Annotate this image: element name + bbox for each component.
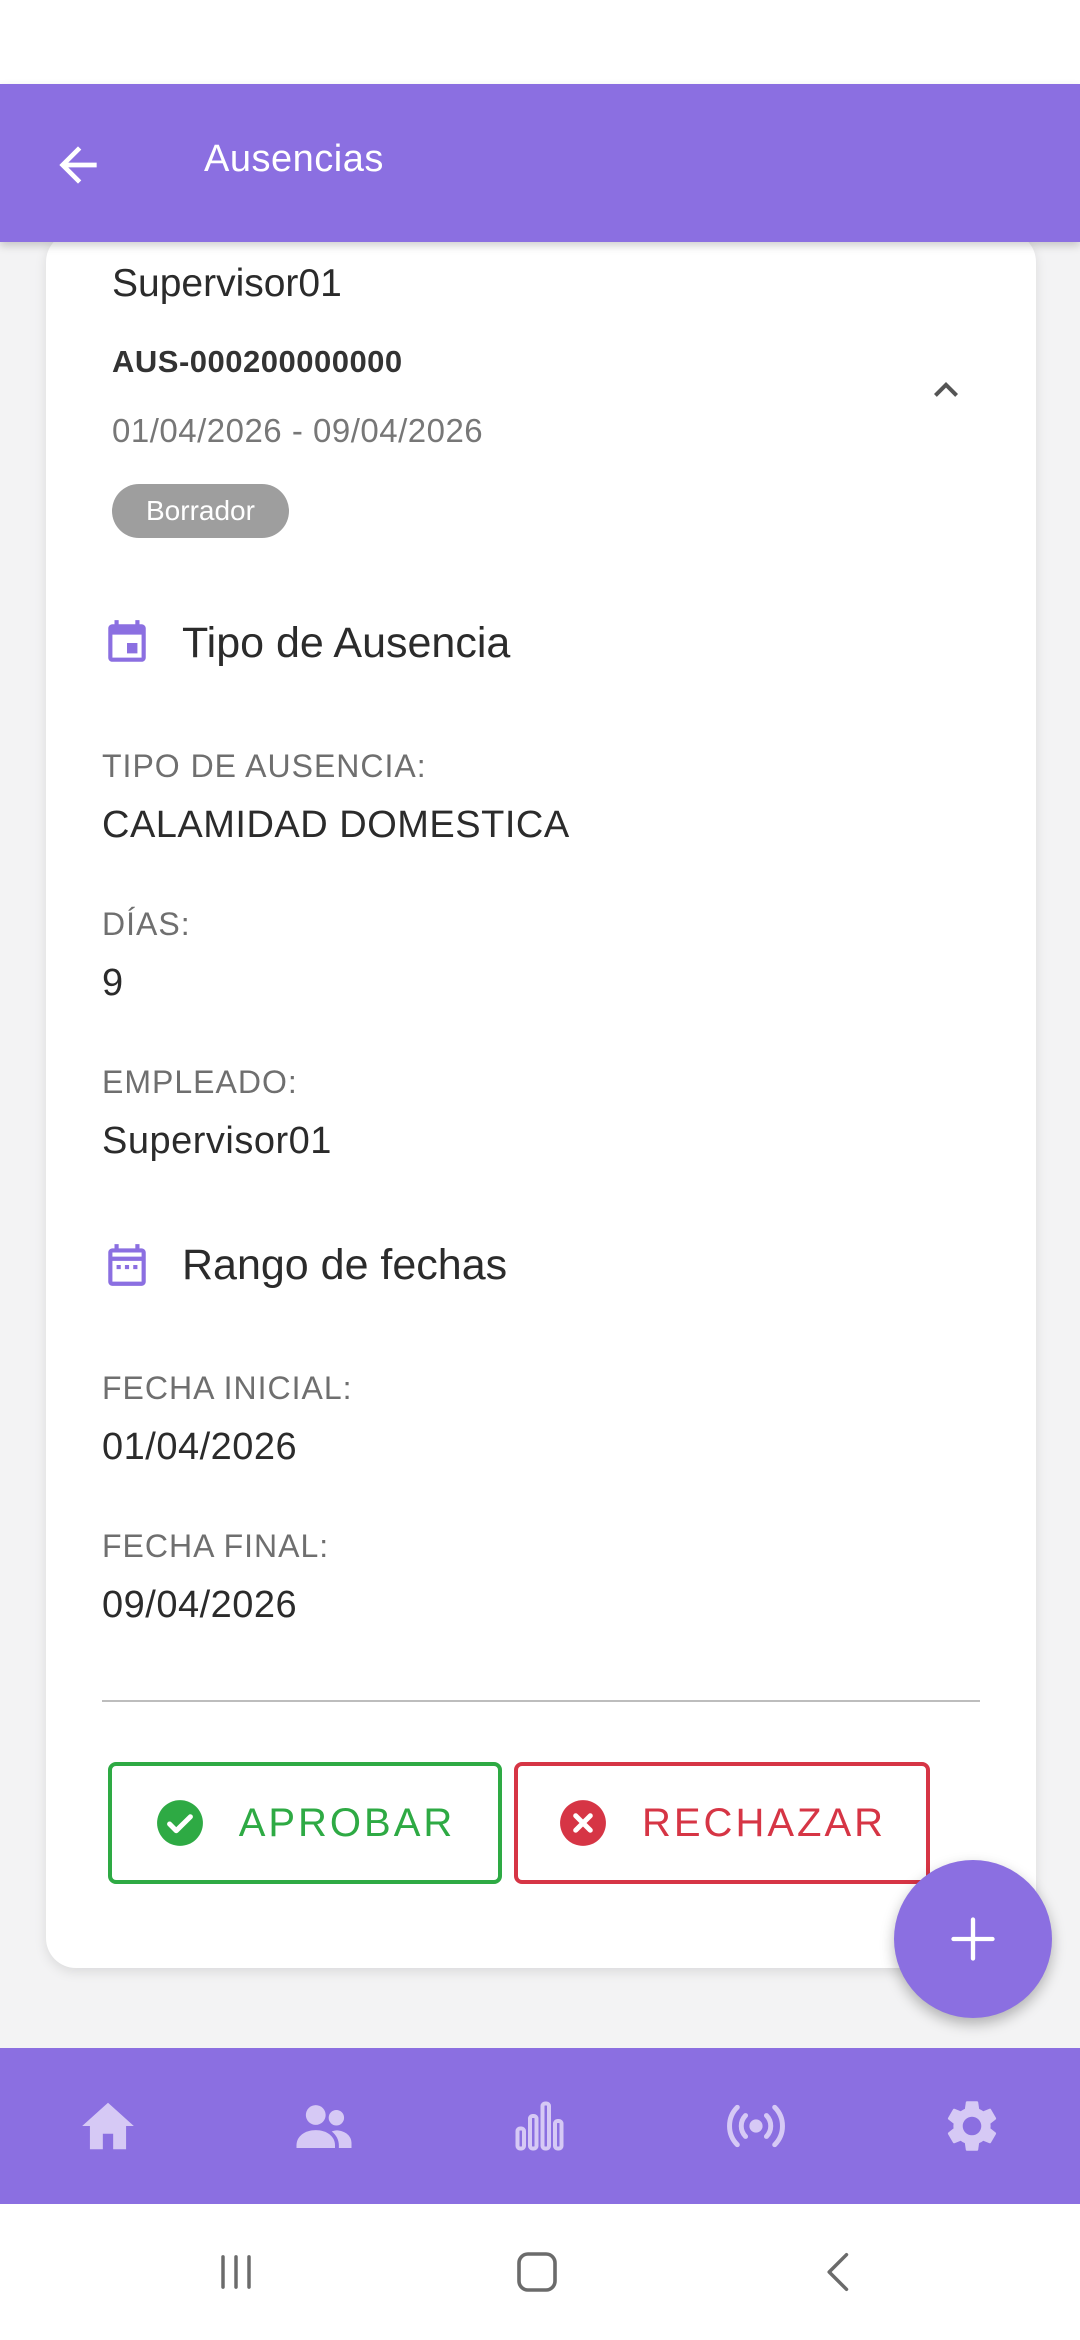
status-badge: Borrador bbox=[112, 484, 289, 538]
system-home-button[interactable] bbox=[497, 2238, 577, 2306]
plus-icon bbox=[951, 1917, 995, 1961]
nav-home[interactable] bbox=[54, 2072, 162, 2180]
nav-users[interactable] bbox=[270, 2072, 378, 2180]
reject-label: RECHAZAR bbox=[641, 1800, 887, 1845]
section-title: Rango de fechas bbox=[182, 1240, 508, 1289]
home-icon bbox=[82, 2102, 134, 2150]
system-back-icon bbox=[827, 2252, 849, 2292]
status-bar bbox=[0, 0, 1080, 84]
calendar-month-icon bbox=[102, 1240, 152, 1290]
reject-button[interactable]: RECHAZAR bbox=[514, 1762, 930, 1884]
content-area: Supervisor01 AUS-000200000000 01/04/2026… bbox=[0, 242, 1080, 2048]
nav-broadcast[interactable] bbox=[702, 2072, 810, 2180]
field-label-days: DÍAS: bbox=[102, 906, 191, 942]
settings-icon bbox=[947, 2101, 997, 2151]
field-value-start-date: 01/04/2026 bbox=[102, 1426, 298, 1468]
field-value-absence-type: CALAMIDAD DOMESTICA bbox=[102, 804, 570, 846]
approve-button[interactable]: APROBAR bbox=[108, 1762, 502, 1884]
collapse-button[interactable] bbox=[916, 360, 976, 420]
field-value-days: 9 bbox=[102, 962, 124, 1004]
users-icon bbox=[296, 2105, 352, 2148]
section-absence-type: Tipo de Ausencia bbox=[102, 618, 510, 668]
nav-settings[interactable] bbox=[918, 2072, 1026, 2180]
page-title: Ausencias bbox=[204, 138, 384, 180]
field-value-employee: Supervisor01 bbox=[102, 1120, 332, 1162]
back-button[interactable] bbox=[40, 127, 116, 203]
system-navigation-bar bbox=[0, 2204, 1080, 2340]
absence-code: AUS-000200000000 bbox=[112, 344, 403, 379]
chevron-up-icon bbox=[934, 382, 958, 397]
absence-card: Supervisor01 AUS-000200000000 01/04/2026… bbox=[46, 242, 1036, 1968]
x-circle-icon bbox=[560, 1800, 606, 1846]
field-label-start-date: FECHA INICIAL: bbox=[102, 1370, 353, 1406]
recents-icon bbox=[221, 2255, 251, 2289]
system-back-button[interactable] bbox=[800, 2238, 880, 2306]
app-bar: Ausencias bbox=[0, 84, 1080, 242]
arrow-left-icon bbox=[59, 146, 97, 184]
section-date-range: Rango de fechas bbox=[102, 1240, 507, 1290]
bottom-navigation bbox=[0, 2048, 1080, 2204]
field-value-end-date: 09/04/2026 bbox=[102, 1584, 298, 1626]
check-circle-icon bbox=[156, 1800, 203, 1846]
approve-label: APROBAR bbox=[238, 1800, 456, 1845]
absence-date-range: 01/04/2026 - 09/04/2026 bbox=[112, 412, 484, 449]
system-recents-button[interactable] bbox=[196, 2238, 276, 2306]
system-home-icon bbox=[517, 2252, 557, 2292]
calendar-event-icon bbox=[102, 618, 152, 668]
add-absence-fab[interactable] bbox=[894, 1860, 1052, 2018]
divider bbox=[102, 1700, 980, 1702]
field-label-end-date: FECHA FINAL: bbox=[102, 1528, 330, 1564]
section-title: Tipo de Ausencia bbox=[182, 618, 511, 667]
field-label-absence-type: TIPO DE AUSENCIA: bbox=[102, 748, 427, 784]
bar-chart-icon bbox=[515, 2101, 564, 2151]
field-label-employee: EMPLEADO: bbox=[102, 1064, 298, 1100]
card-employee-name: Supervisor01 bbox=[112, 262, 342, 305]
nav-reports[interactable] bbox=[486, 2072, 594, 2180]
broadcast-icon bbox=[727, 2104, 785, 2148]
